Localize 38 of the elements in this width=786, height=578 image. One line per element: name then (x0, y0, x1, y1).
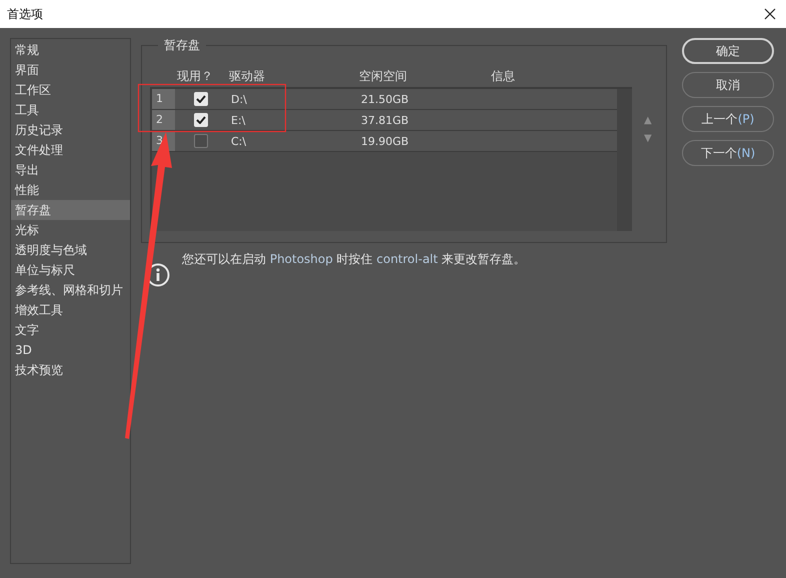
sidebar-item[interactable]: 文字 (11, 320, 130, 340)
sidebar-item[interactable]: 增效工具 (11, 300, 130, 320)
column-header: 驱动器 (228, 68, 266, 84)
table-cell-text: 19.90GB (360, 134, 410, 148)
table-cell-text: E:\ (230, 114, 246, 126)
group-title: 暂存盘 (158, 37, 206, 54)
table-cell-text: 21.50GB (360, 92, 410, 106)
table-cell-text: D:\ (230, 92, 248, 106)
sidebar-item[interactable]: 文件处理 (11, 140, 130, 160)
close-icon[interactable] (764, 8, 776, 20)
column-header: 空闲空间 (358, 68, 408, 84)
window-title: 首选项 (7, 6, 43, 22)
dialog-button[interactable]: 上一个(P) (682, 106, 774, 132)
sidebar-item[interactable]: 暂存盘 (11, 200, 130, 220)
dialog-button[interactable]: 下一个(N) (682, 140, 774, 166)
sidebar-item[interactable]: 单位与标尺 (11, 260, 130, 280)
ok-button[interactable]: 确定 (682, 38, 774, 64)
sidebar-item[interactable]: 参考线、网格和切片 (11, 280, 130, 300)
row-number: 1 (152, 89, 175, 109)
sidebar-item[interactable]: 导出 (11, 160, 130, 180)
table-cell-text: 37.81GB (360, 114, 410, 126)
table-cell-text: C:\ (230, 134, 248, 148)
dialog-button[interactable]: 取消 (682, 72, 774, 98)
column-header: 信息 (490, 68, 516, 84)
column-header: 现用？ (176, 68, 214, 84)
checkbox[interactable] (194, 134, 208, 148)
hint-text: 您还可以在启动 Photoshop 时按住 control-alt 来更改暂存盘。 (182, 251, 526, 268)
row-number: 2 (152, 110, 175, 130)
sidebar-item[interactable]: 性能 (11, 180, 130, 200)
sidebar-item[interactable]: 界面 (11, 60, 130, 80)
sidebar-item[interactable]: 3D (11, 340, 130, 360)
sidebar-item[interactable]: 透明度与色域 (11, 240, 130, 260)
sidebar-item[interactable]: 光标 (11, 220, 130, 240)
sidebar-item[interactable]: 历史记录 (11, 120, 130, 140)
sidebar-item[interactable]: 常规 (11, 40, 130, 60)
sidebar-item[interactable]: 技术预览 (11, 360, 130, 380)
sidebar-item[interactable]: 工具 (11, 100, 130, 120)
sidebar-item[interactable]: 工作区 (11, 80, 130, 100)
